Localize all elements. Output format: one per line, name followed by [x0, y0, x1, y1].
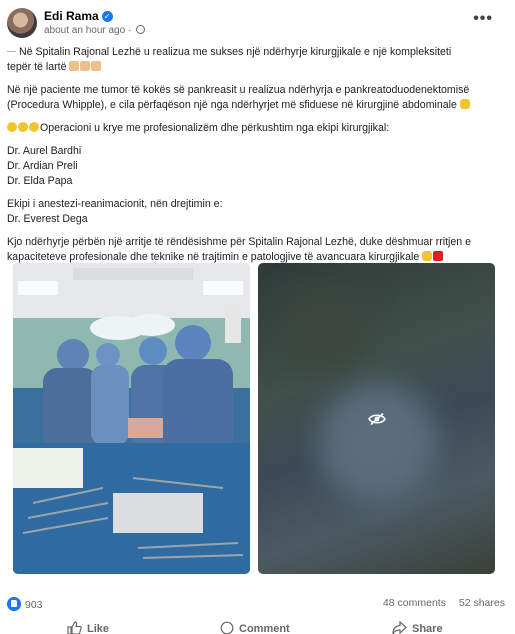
clap-emoji-icon [29, 122, 39, 132]
share-button[interactable]: Share [392, 620, 443, 634]
blurred-content [278, 283, 368, 373]
post-paragraph: Kjo ndërhyrje përbën një arritje të rënd… [7, 235, 507, 265]
post-paragraph: Operacioni u kryе me profesionalizëm dhe… [7, 121, 507, 136]
clap-emoji-icon [7, 122, 17, 132]
text-line: tepër të lartë [7, 61, 67, 73]
comments-count[interactable]: 48 comments [383, 597, 446, 609]
photo-surgery[interactable] [13, 263, 250, 574]
text-line: Ekipi i anestezi-reanimacionit, nën drej… [7, 198, 223, 210]
text-line: (Procedura Whipple), e cila përfaqëson n… [7, 99, 457, 111]
text-line: Kjo ndërhyrje përbën një arritje të rënd… [7, 236, 472, 248]
verified-badge-icon: ✓ [101, 11, 113, 22]
more-options-icon[interactable]: ••• [473, 10, 493, 28]
eye-off-icon[interactable] [367, 412, 386, 426]
text-line: Dr. Ardian Preli [7, 160, 78, 172]
clap-emoji-icon [18, 122, 28, 132]
post-text: Në Spitalin Rajonal Lezhë u realizua me … [7, 45, 507, 273]
blurred-content [318, 383, 438, 503]
share-icon [392, 620, 407, 634]
post-paragraph: Dr. Aurel Bardhi Dr. Ardian Preli Dr. El… [7, 144, 507, 189]
handshake-emoji-icon [422, 251, 433, 261]
text-line: Në Spitalin Rajonal Lezhë u realizua me … [19, 46, 452, 58]
text-line: Dr. Aurel Bardhi [7, 145, 82, 157]
post-paragraph: Në një paciente me tumor të kokës së pan… [7, 83, 507, 113]
doctor-emoji-icon [91, 61, 102, 71]
post-paragraph: Ekipi i anestezi-reanimacionit, nën drej… [7, 197, 507, 227]
post-meta: about an hour ago · [44, 25, 146, 36]
post-timestamp[interactable]: about an hour ago [44, 25, 125, 36]
comment-button[interactable]: Comment [220, 621, 290, 634]
text-line: Në një paciente me tumor të kokës së pan… [7, 84, 470, 96]
text-line: Dr. Everest Dega [7, 213, 88, 225]
post-paragraph: Në Spitalin Rajonal Lezhë u realizua me … [7, 45, 507, 75]
engagement-counts: 48 comments 52 shares [373, 597, 505, 609]
share-label: Share [412, 623, 443, 634]
post-header: Edi Rama ✓ about an hour ago · ••• [7, 6, 505, 40]
comment-icon [220, 621, 234, 634]
facebook-post: Edi Rama ✓ about an hour ago · ••• Në Spi… [0, 0, 515, 634]
dash-icon [7, 46, 16, 52]
author-name[interactable]: Edi Rama ✓ [44, 9, 113, 23]
author-name-text[interactable]: Edi Rama [44, 9, 99, 23]
text-line: Dr. Elda Papa [7, 175, 73, 187]
post-stats: 903 48 comments 52 shares [7, 597, 505, 613]
like-button[interactable]: Like [67, 621, 109, 634]
like-reaction-icon[interactable] [7, 597, 21, 611]
doctor-emoji-icon [80, 61, 91, 71]
text-line: kapaciteteve profesionale dhe teknike në… [7, 251, 420, 263]
photo-hidden-sensitive[interactable] [258, 263, 495, 574]
handshake-emoji-icon [459, 99, 470, 109]
text-line: Operacioni u kryе me profesionalizëm dhe… [40, 122, 390, 134]
post-actions: Like Comment Share [0, 619, 515, 634]
surgery-photo-illustration [13, 263, 250, 574]
globe-icon [136, 25, 146, 34]
doctor-emoji-icon [69, 61, 80, 71]
shares-count[interactable]: 52 shares [459, 597, 505, 609]
comment-label: Comment [239, 623, 290, 634]
like-label: Like [87, 623, 110, 634]
avatar[interactable] [7, 8, 37, 38]
albania-flag-icon [433, 251, 444, 261]
thumbs-up-icon [67, 621, 82, 634]
reaction-count[interactable]: 903 [25, 599, 43, 611]
photo-grid [13, 263, 495, 574]
